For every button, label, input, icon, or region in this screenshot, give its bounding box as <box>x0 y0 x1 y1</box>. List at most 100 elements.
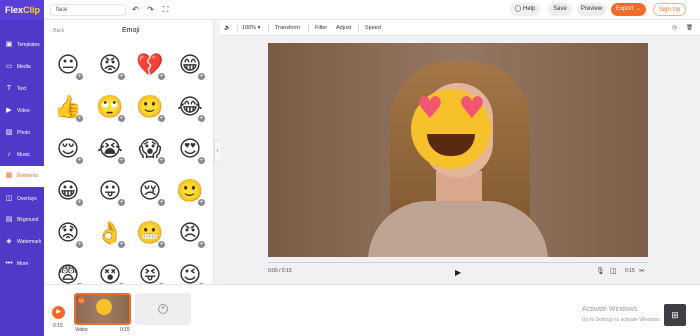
filter-button[interactable]: Filter <box>315 24 327 32</box>
emoji-item[interactable]: 😢 + <box>136 178 165 206</box>
windows-activation-title: Activate Windows <box>582 306 638 313</box>
add-emoji-icon[interactable]: + <box>76 199 83 206</box>
sidebar-item-elements[interactable]: ▦ Elements <box>0 166 44 187</box>
add-emoji-icon[interactable]: + <box>158 73 165 80</box>
overlays-icon: ◫ <box>5 195 13 202</box>
back-button[interactable]: ‹ Back <box>50 28 64 34</box>
add-emoji-icon[interactable]: + <box>198 241 205 248</box>
sidebar-item-background[interactable]: ▤ Bkground <box>0 210 44 231</box>
emoji-item[interactable]: 🙂 + <box>136 94 165 122</box>
microphone-icon[interactable]: 🎙 <box>596 267 605 275</box>
emoji-item[interactable]: 😂 + <box>176 94 205 122</box>
timeline-play-button[interactable]: ▶ <box>52 306 65 319</box>
add-emoji-icon[interactable]: + <box>158 241 165 248</box>
speed-button[interactable]: Speed <box>365 24 381 32</box>
add-emoji-icon[interactable]: + <box>118 199 125 206</box>
emoji-item[interactable]: 😠 + <box>176 220 205 248</box>
emoji-item[interactable]: 😱 + <box>136 136 165 164</box>
sidebar-item-video[interactable]: ▶ Video <box>0 101 44 122</box>
sidebar-item-more[interactable]: ••• More <box>0 254 44 275</box>
adjust-button[interactable]: Adjust <box>336 24 351 32</box>
clip-number-badge: 01 <box>78 297 85 304</box>
add-emoji-icon[interactable]: + <box>198 199 205 206</box>
add-emoji-icon[interactable]: + <box>158 157 165 164</box>
add-emoji-icon[interactable]: + <box>198 115 205 122</box>
edit-toolbar: 🔈 100% ▾ Transform Filter Adjust Speed ◷… <box>220 20 700 36</box>
play-icon[interactable]: ▶ <box>455 268 461 277</box>
playback-progress-bar[interactable] <box>268 262 648 263</box>
add-emoji-icon[interactable]: + <box>158 115 165 122</box>
heart-eyes-emoji-overlay[interactable]: ♥ ♥ <box>411 89 491 169</box>
project-name-input[interactable]: face <box>50 4 126 16</box>
add-emoji-icon[interactable]: + <box>118 115 125 122</box>
top-bar: FlexClip face ↶ ↷ ⛶ ◯ Help Save Preview … <box>0 0 700 20</box>
elements-icon: ▦ <box>5 172 13 179</box>
add-emoji-icon[interactable]: + <box>118 241 125 248</box>
add-scene-icon[interactable]: ⊞ <box>664 304 686 326</box>
preview-button[interactable]: Preview <box>577 3 606 16</box>
app-logo[interactable]: FlexClip <box>0 0 44 20</box>
add-emoji-icon[interactable]: + <box>76 115 83 122</box>
sidebar-item-text[interactable]: T Text <box>0 79 44 100</box>
help-button[interactable]: ◯ Help <box>510 3 540 16</box>
background-icon: ▤ <box>5 216 13 223</box>
emoji-item[interactable]: 🙄 + <box>96 94 125 122</box>
add-emoji-icon[interactable]: + <box>198 157 205 164</box>
zoom-select[interactable]: 100% ▾ <box>242 24 260 32</box>
history-icon[interactable]: ◷ <box>672 24 677 32</box>
emoji-item[interactable]: 🙂 + <box>176 178 205 206</box>
emoji-item[interactable]: 😬 + <box>136 220 165 248</box>
emoji-item[interactable]: 😌 + <box>54 136 83 164</box>
emoji-item[interactable]: 😛 + <box>96 178 125 206</box>
duration-label: 0:15 <box>625 268 635 274</box>
transform-button[interactable]: Transform <box>275 24 300 32</box>
photo-icon: ▨ <box>5 129 13 136</box>
sidebar-item-overlays[interactable]: ◫ Overlays <box>0 189 44 210</box>
sidebar-item-templates[interactable]: ▣ Templates <box>0 35 44 56</box>
emoji-item[interactable]: 😍 + <box>176 136 205 164</box>
divider <box>308 24 309 32</box>
add-clip-button[interactable]: + <box>135 293 191 325</box>
divider <box>237 24 238 32</box>
delete-icon[interactable]: 🗑 <box>686 24 693 32</box>
fullscreen-icon[interactable]: ⛶ <box>160 4 171 16</box>
add-emoji-icon[interactable]: + <box>76 73 83 80</box>
redo-icon[interactable]: ↷ <box>145 4 156 16</box>
sidebar-item-photo[interactable]: ▨ Photo <box>0 123 44 144</box>
emoji-item[interactable]: 😐 + <box>54 52 83 80</box>
video-clip[interactable]: 01 <box>74 293 131 325</box>
emoji-item[interactable]: 😁 + <box>176 52 205 80</box>
split-icon[interactable]: ◫ <box>610 267 617 275</box>
emoji-item[interactable]: 😀 + <box>54 178 83 206</box>
clip-label: Video <box>75 327 88 333</box>
undo-icon[interactable]: ↶ <box>130 4 141 16</box>
signup-button[interactable]: Sign Up <box>653 3 686 16</box>
emoji-item[interactable]: 💔 + <box>136 52 165 80</box>
plus-icon: + <box>158 304 168 314</box>
video-preview[interactable]: ♥ ♥ <box>268 43 648 257</box>
export-button[interactable]: Export → <box>611 3 646 16</box>
watermark-icon: ◈ <box>6 238 12 245</box>
add-emoji-icon[interactable]: + <box>198 73 205 80</box>
emoji-item[interactable]: 👌 + <box>96 220 125 248</box>
sidebar-item-music[interactable]: ♪ Music <box>0 145 44 166</box>
clip-thumbnail <box>96 299 112 315</box>
cut-icon[interactable]: ✂ <box>639 267 645 275</box>
video-icon: ▶ <box>6 107 12 114</box>
playback-time: 0:00 / 0:15 <box>268 268 292 274</box>
emoji-item[interactable]: 😭 + <box>96 136 125 164</box>
add-emoji-icon[interactable]: + <box>118 73 125 80</box>
add-emoji-icon[interactable]: + <box>158 199 165 206</box>
add-emoji-icon[interactable]: + <box>118 157 125 164</box>
add-emoji-icon[interactable]: + <box>76 157 83 164</box>
add-emoji-icon[interactable]: + <box>76 241 83 248</box>
sidebar-item-watermark[interactable]: ◈ Watermark <box>0 232 44 253</box>
emoji-item[interactable]: 😟 + <box>54 220 83 248</box>
sidebar-item-media[interactable]: ▭ Media <box>0 57 44 78</box>
emoji-item[interactable]: 😡 + <box>96 52 125 80</box>
heart-eye-left-icon: ♥ <box>416 91 444 126</box>
divider <box>358 24 359 32</box>
save-button[interactable]: Save <box>548 3 572 16</box>
emoji-item[interactable]: 👍 + <box>54 94 83 122</box>
volume-icon[interactable]: 🔈 <box>224 24 231 32</box>
